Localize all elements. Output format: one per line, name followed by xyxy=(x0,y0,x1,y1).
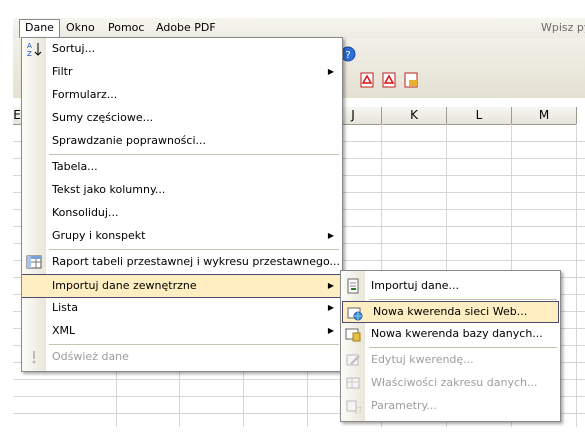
menu-pomoc[interactable]: Pomoc xyxy=(103,20,149,36)
edit-query-icon xyxy=(345,352,361,368)
submenu-item-importuj-dane[interactable]: Importuj dane... xyxy=(341,275,560,297)
menu-item-label: Importuj dane zewnętrzne xyxy=(52,279,197,292)
submenu-arrow-icon: ▶ xyxy=(327,231,334,240)
menu-item-label: Parametry... xyxy=(371,399,437,412)
menu-item-label: Importuj dane... xyxy=(371,279,459,292)
menu-item-xml[interactable]: XML ▶ xyxy=(22,320,342,342)
pivot-table-icon xyxy=(26,254,42,270)
menu-item-label: Formularz... xyxy=(52,88,118,101)
menu-item-label: Sprawdzanie poprawności... xyxy=(52,134,206,147)
menu-item-label: Nowa kwerenda sieci Web... xyxy=(373,305,528,318)
menu-item-filtr[interactable]: Filtr ▶ xyxy=(22,61,342,83)
parameters-icon: [?] xyxy=(345,398,366,415)
excel-window: Dane Okno Pomoc Adobe PDF Wpisz py ? E J… xyxy=(0,0,585,435)
menu-item-label: Edytuj kwerendę... xyxy=(371,353,474,366)
import-data-icon xyxy=(345,278,361,294)
data-menu: AZ Sortuj... Filtr ▶ Formularz... Sumy c… xyxy=(21,37,343,372)
menu-okno[interactable]: Okno xyxy=(61,20,100,36)
menu-separator xyxy=(49,154,339,155)
menu-item-konsoliduj[interactable]: Konsoliduj... xyxy=(22,202,342,224)
submenu-arrow-icon: ▶ xyxy=(327,303,334,312)
menu-item-tekst-jako-kolumny[interactable]: Tekst jako kolumny... xyxy=(22,179,342,201)
menu-item-label: Nowa kwerenda bazy danych... xyxy=(371,327,543,340)
menu-separator xyxy=(369,347,557,348)
menu-separator xyxy=(49,344,339,345)
menu-item-label: Odśwież dane xyxy=(52,350,129,363)
svg-text:[?]: [?] xyxy=(355,406,361,414)
menu-item-formularz[interactable]: Formularz... xyxy=(22,84,342,106)
svg-text:A: A xyxy=(27,42,32,50)
menu-item-tabela[interactable]: Tabela... xyxy=(22,156,342,178)
menu-item-label: Właściwości zakresu danych... xyxy=(371,376,538,389)
menu-dane[interactable]: Dane xyxy=(19,19,60,39)
submenu-item-nowa-kwerenda-bazy-danych[interactable]: Nowa kwerenda bazy danych... xyxy=(341,323,560,345)
range-properties-icon xyxy=(345,375,361,391)
submenu-item-edytuj-kwerende: Edytuj kwerendę... xyxy=(341,349,560,371)
import-data-submenu: Importuj dane... Nowa kwerenda sieci Web… xyxy=(340,270,561,422)
menu-item-label: Lista xyxy=(52,301,78,314)
svg-text:Z: Z xyxy=(27,50,32,57)
grid-col-line xyxy=(576,124,577,427)
menu-adobe-pdf[interactable]: Adobe PDF xyxy=(151,20,221,36)
menu-item-sprawdzanie-poprawnosci[interactable]: Sprawdzanie poprawności... xyxy=(22,130,342,152)
menu-item-lista[interactable]: Lista ▶ xyxy=(22,297,342,319)
submenu-item-wlasciwosci-zakresu-danych: Właściwości zakresu danych... xyxy=(341,372,560,394)
menu-item-label: Sortuj... xyxy=(52,42,96,55)
pdf-email-icon[interactable] xyxy=(381,72,397,88)
menu-item-odswiez-dane: Odśwież dane xyxy=(22,346,342,368)
menu-item-grupy-i-konspekt[interactable]: Grupy i konspekt ▶ xyxy=(22,225,342,247)
submenu-arrow-icon: ▶ xyxy=(327,281,334,290)
menu-item-label: Sumy częściowe... xyxy=(52,111,154,124)
refresh-icon xyxy=(26,349,42,365)
sort-az-icon: AZ xyxy=(26,41,42,58)
menu-item-label: Tekst jako kolumny... xyxy=(52,183,166,196)
submenu-item-parametry: [?] Parametry... xyxy=(341,395,560,417)
database-query-icon xyxy=(345,326,361,342)
menu-item-sortuj[interactable]: AZ Sortuj... xyxy=(22,38,342,60)
column-header-m[interactable]: M xyxy=(512,107,577,125)
web-query-icon xyxy=(347,305,363,321)
menu-item-label: Raport tabeli przestawnej i wykresu prze… xyxy=(52,255,340,268)
help-search-box[interactable]: Wpisz py xyxy=(541,20,585,35)
column-header-k[interactable]: K xyxy=(382,107,447,125)
svg-text:?: ? xyxy=(345,50,350,61)
menu-item-label: Tabela... xyxy=(52,160,98,173)
menu-item-label: Filtr xyxy=(52,65,73,78)
menu-item-label: XML xyxy=(52,324,76,337)
pdf-convert-icon[interactable] xyxy=(359,72,375,88)
menu-item-importuj-dane-zewnetrzne[interactable]: Importuj dane zewnętrzne ▶ xyxy=(22,274,342,298)
submenu-arrow-icon: ▶ xyxy=(327,326,334,335)
pdf-review-icon[interactable] xyxy=(403,72,419,88)
submenu-item-nowa-kwerenda-sieci-web[interactable]: Nowa kwerenda sieci Web... xyxy=(342,301,559,323)
menu-separator xyxy=(49,249,339,250)
column-header-l[interactable]: L xyxy=(447,107,512,125)
menu-separator xyxy=(369,299,557,300)
menu-item-label: Konsoliduj... xyxy=(52,206,119,219)
menu-item-label: Grupy i konspekt xyxy=(52,229,146,242)
menu-item-raport-tabeli-przestawnej[interactable]: Raport tabeli przestawnej i wykresu prze… xyxy=(22,251,342,273)
submenu-arrow-icon: ▶ xyxy=(327,67,334,76)
menu-bar: Dane Okno Pomoc Adobe PDF Wpisz py xyxy=(13,18,585,39)
menu-item-sumy-czesciowe[interactable]: Sumy częściowe... xyxy=(22,107,342,129)
